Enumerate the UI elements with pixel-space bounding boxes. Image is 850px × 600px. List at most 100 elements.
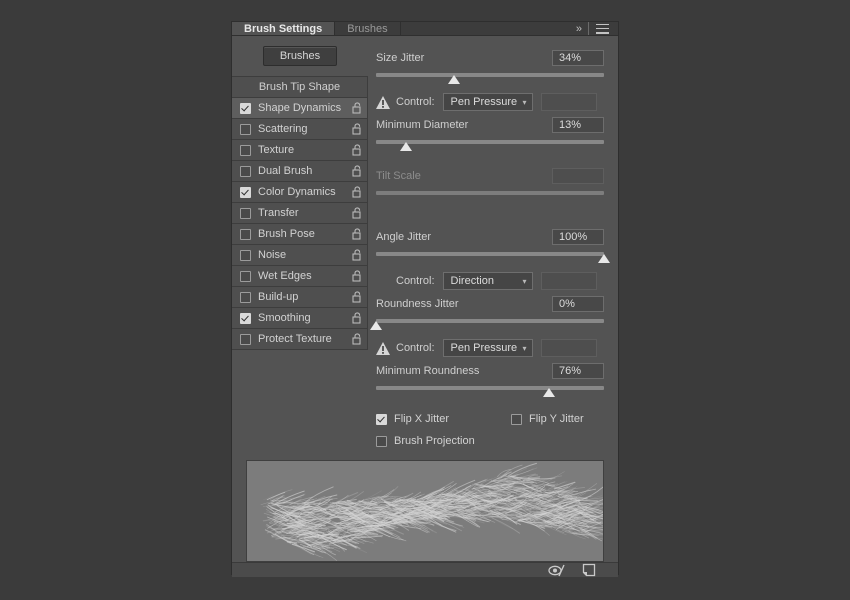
lock-open-icon[interactable] <box>349 186 365 198</box>
size-jitter-thumb[interactable] <box>447 75 460 84</box>
lock-open-icon[interactable] <box>349 102 365 114</box>
angle-control-label: Control: <box>396 275 435 287</box>
minimum-diameter-value[interactable]: 13% <box>552 117 604 133</box>
sidebar-item-checkbox[interactable] <box>240 333 251 345</box>
new-brush-page-icon[interactable] <box>582 563 596 577</box>
size-control-select[interactable]: Pen Pressure ▾ <box>442 93 533 111</box>
minimum-diameter-control: Minimum Diameter 13% <box>376 115 604 154</box>
size-control-row: Control: Pen Pressure ▾ <box>376 91 604 113</box>
sidebar-item-checkbox[interactable] <box>240 312 251 324</box>
size-control-value: Pen Pressure <box>450 96 518 108</box>
angle-control-select[interactable]: Direction ▾ <box>442 272 533 290</box>
size-control-extra-field[interactable] <box>540 93 597 111</box>
tilt-scale-slider <box>376 189 604 205</box>
lock-open-icon[interactable] <box>349 291 365 303</box>
sidebar-item-checkbox[interactable] <box>240 102 251 114</box>
angle-control-row: Control: Direction ▾ <box>376 270 604 292</box>
tilt-scale-control: Tilt Scale <box>376 166 604 205</box>
size-jitter-slider[interactable] <box>376 71 604 87</box>
sidebar-item-checkbox[interactable] <box>240 270 251 282</box>
sidebar-item-wet-edges[interactable]: Wet Edges <box>232 266 367 287</box>
angle-jitter-control: Angle Jitter 100% <box>376 227 610 266</box>
sidebar-item-checkbox[interactable] <box>240 144 251 156</box>
roundness-jitter-slider[interactable] <box>370 317 604 333</box>
tilt-scale-label: Tilt Scale <box>376 170 421 182</box>
sidebar-item-color-dynamics[interactable]: Color Dynamics <box>232 182 367 203</box>
sidebar-item-protect-texture[interactable]: Protect Texture <box>232 329 367 350</box>
sidebar-item-checkbox[interactable] <box>240 123 251 135</box>
angle-jitter-track <box>376 252 604 256</box>
angle-control-extra-field[interactable] <box>540 272 597 290</box>
sidebar-item-checkbox[interactable] <box>240 165 251 177</box>
lock-open-icon[interactable] <box>349 228 365 240</box>
sidebar-item-dual-brush[interactable]: Dual Brush <box>232 161 367 182</box>
sidebar-item-checkbox[interactable] <box>240 291 251 303</box>
minimum-roundness-value[interactable]: 76% <box>552 363 604 379</box>
angle-jitter-slider[interactable] <box>376 250 610 266</box>
brush-tip-shape-header[interactable]: Brush Tip Shape <box>232 77 367 98</box>
minimum-diameter-thumb[interactable] <box>399 142 412 151</box>
roundness-control-value: Pen Pressure <box>450 342 518 354</box>
eye-slash-icon[interactable] <box>548 564 566 577</box>
panel-menu-icon[interactable] <box>596 23 609 34</box>
panel-footer <box>232 562 618 577</box>
roundness-jitter-label: Roundness Jitter <box>376 298 459 310</box>
flip-x-jitter-checkbox[interactable] <box>376 413 387 425</box>
size-jitter-value[interactable]: 34% <box>552 50 604 66</box>
brushes-button[interactable]: Brushes <box>262 46 338 66</box>
minimum-roundness-thumb[interactable] <box>543 388 556 397</box>
sidebar-item-build-up[interactable]: Build-up <box>232 287 367 308</box>
roundness-control-select[interactable]: Pen Pressure ▾ <box>442 339 533 357</box>
lock-open-icon[interactable] <box>349 312 365 324</box>
angle-jitter-value[interactable]: 100% <box>552 229 604 245</box>
angle-control-value: Direction <box>450 275 494 287</box>
lock-open-icon[interactable] <box>349 144 365 156</box>
sidebar-item-label: Brush Pose <box>258 228 315 240</box>
tab-brush-settings[interactable]: Brush Settings <box>232 22 336 35</box>
roundness-control-extra-field[interactable] <box>540 339 597 357</box>
double-chevron-right-icon[interactable]: » <box>576 23 582 35</box>
sidebar-item-noise[interactable]: Noise <box>232 245 367 266</box>
minimum-roundness-slider[interactable] <box>376 384 604 400</box>
brush-settings-panel: Brush Settings Brushes » Brushes Brush T… <box>232 22 618 577</box>
brush-projection-label: Brush Projection <box>394 435 475 447</box>
lock-open-icon[interactable] <box>349 207 365 219</box>
sidebar-item-checkbox[interactable] <box>240 207 251 219</box>
lock-open-icon[interactable] <box>349 333 365 345</box>
minimum-diameter-row: Minimum Diameter 13% <box>376 115 604 135</box>
minimum-diameter-slider[interactable] <box>376 138 604 154</box>
lock-open-icon[interactable] <box>349 165 365 177</box>
sidebar-item-shape-dynamics[interactable]: Shape Dynamics <box>232 98 367 119</box>
lock-open-icon[interactable] <box>349 249 365 261</box>
sidebar-item-checkbox[interactable] <box>240 228 251 240</box>
flip-y-jitter-checkbox[interactable] <box>511 413 523 425</box>
lock-open-icon[interactable] <box>349 123 365 135</box>
brush-preview-area <box>232 450 618 562</box>
chevron-down-icon: ▾ <box>522 276 527 286</box>
roundness-jitter-row: Roundness Jitter 0% <box>376 294 604 314</box>
sidebar-item-label: Protect Texture <box>258 333 332 345</box>
sidebar-item-scattering[interactable]: Scattering <box>232 119 367 140</box>
sidebar-item-label: Transfer <box>258 207 299 219</box>
tab-brushes[interactable]: Brushes <box>335 22 401 35</box>
sidebar-item-label: Color Dynamics <box>258 186 336 198</box>
sidebar-item-label: Texture <box>258 144 295 156</box>
sidebar-item-checkbox[interactable] <box>240 186 251 198</box>
sidebar-item-smoothing[interactable]: Smoothing <box>232 308 367 329</box>
panel-tab-bar: Brush Settings Brushes » <box>232 22 618 36</box>
brush-stroke-svg <box>260 462 603 561</box>
roundness-jitter-thumb[interactable] <box>370 321 382 330</box>
brush-projection-checkbox[interactable] <box>376 435 387 447</box>
sidebar-item-transfer[interactable]: Transfer <box>232 203 367 224</box>
roundness-jitter-value[interactable]: 0% <box>552 296 604 312</box>
angle-jitter-thumb[interactable] <box>598 254 610 263</box>
tab-brushes-label: Brushes <box>347 22 388 35</box>
brush-option-list: Brush Tip Shape Shape Dynamics Scattering… <box>232 76 368 350</box>
lock-open-icon[interactable] <box>349 270 365 282</box>
sidebar-item-label: Smoothing <box>258 312 311 324</box>
brushes-button-row: Brushes <box>232 44 368 76</box>
sidebar-item-checkbox[interactable] <box>240 249 251 261</box>
sidebar-item-texture[interactable]: Texture <box>232 140 367 161</box>
sidebar-item-brush-pose[interactable]: Brush Pose <box>232 224 367 245</box>
brush-projection-row: Brush Projection <box>376 432 604 450</box>
